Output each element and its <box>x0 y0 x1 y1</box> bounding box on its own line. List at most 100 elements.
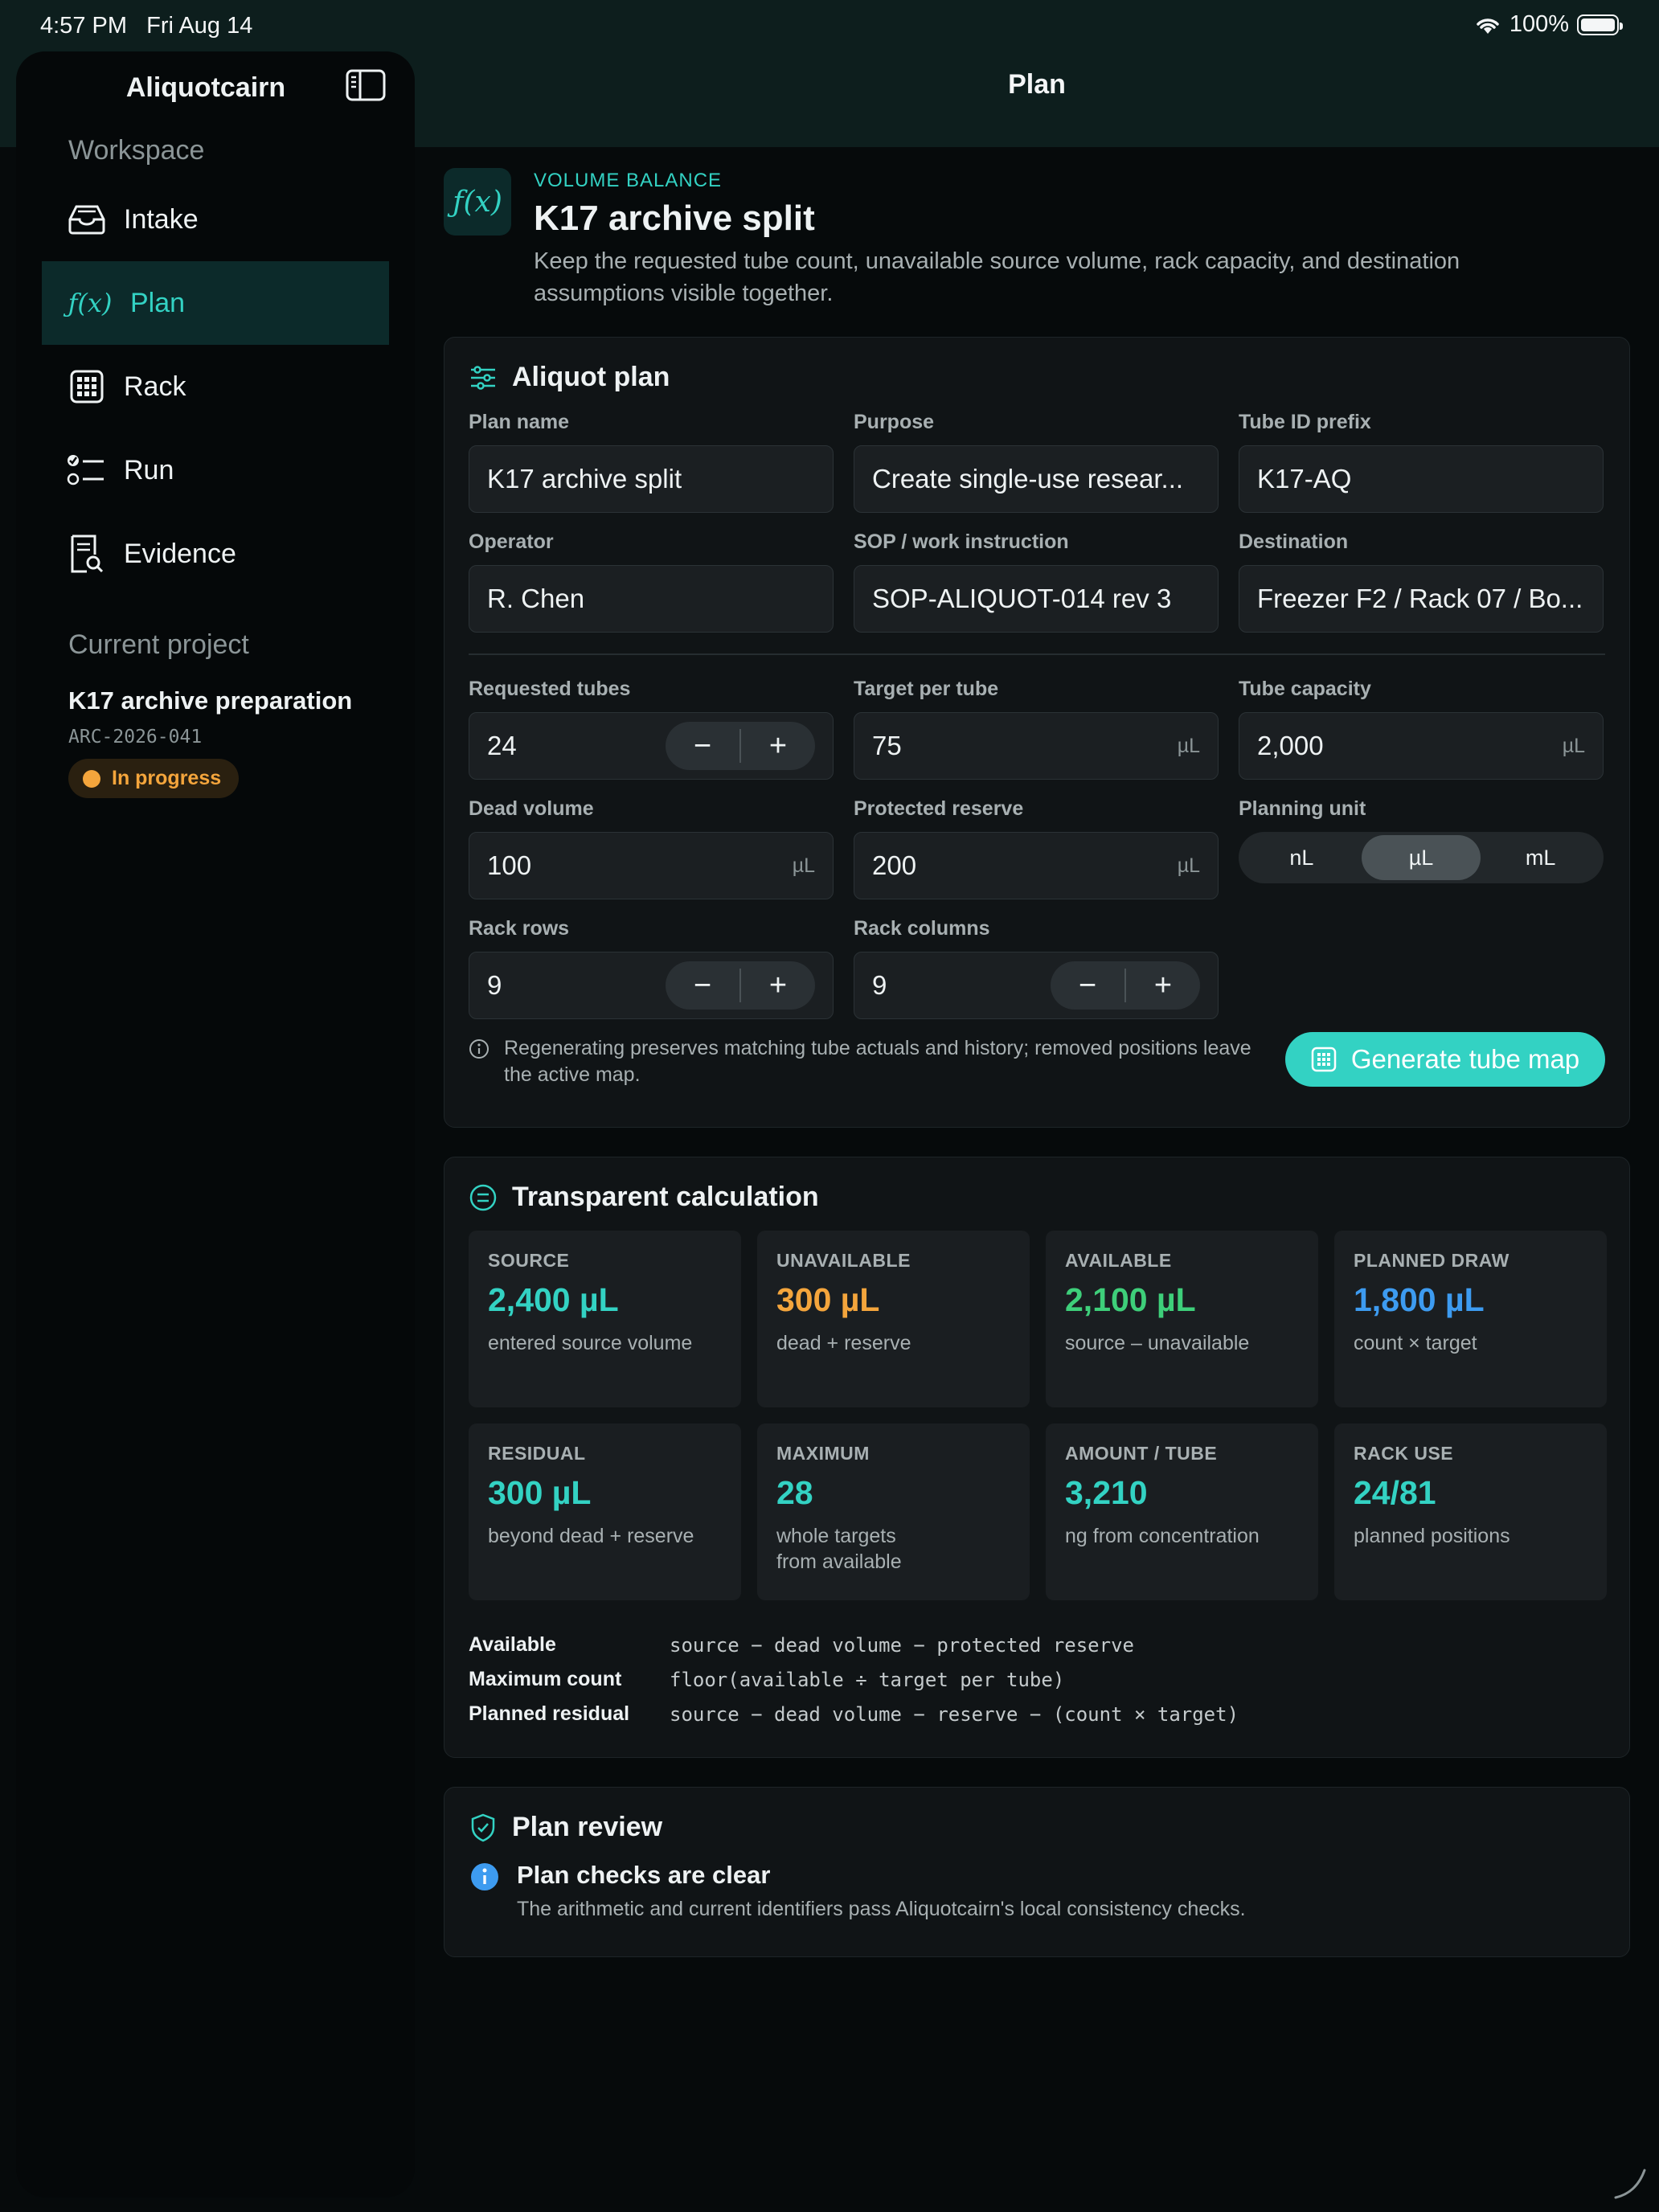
checklist-icon <box>66 449 108 491</box>
info-circle-icon <box>471 1863 498 1890</box>
sidebar-item-plan[interactable]: ƒ(x) Plan <box>42 261 389 345</box>
current-project-label: Current project <box>68 629 249 660</box>
metric-caption: beyond dead + reserve <box>488 1525 694 1547</box>
decrement-button[interactable]: − <box>666 722 739 770</box>
project-code: ARC-2026-041 <box>68 727 203 748</box>
operator-input[interactable]: R. Chen <box>469 565 834 633</box>
metric-value: 28 <box>776 1474 813 1511</box>
metric-value: 300 µL <box>488 1474 592 1511</box>
metrics-grid: SOURCE 2,400 µL entered source volume UNAVA… <box>469 1231 1607 1600</box>
sidebar-item-label: Plan <box>130 287 186 318</box>
metric-card: SOURCE 2,400 µL entered source volume <box>469 1231 741 1407</box>
formula-expression: floor(available ÷ target per tube) <box>670 1668 1065 1691</box>
purpose-field: Purpose Create single-use resear... <box>854 411 1219 513</box>
status-dot-icon <box>83 769 100 788</box>
increment-button[interactable]: + <box>741 961 815 1010</box>
rack-rows-input[interactable]: 9 − + <box>469 952 834 1019</box>
metric-caption: count × target <box>1354 1332 1477 1354</box>
metric-label: RACK USE <box>1354 1443 1454 1464</box>
sidebar-item-rack[interactable]: Rack <box>42 345 389 428</box>
rack-columns-stepper: − + <box>1051 961 1200 1010</box>
sidebar-toggle-icon[interactable] <box>346 69 386 101</box>
shield-check-icon <box>469 1813 498 1842</box>
operator-field: Operator R. Chen <box>469 530 834 633</box>
metric-caption: dead + reserve <box>776 1332 911 1354</box>
metric-value: 2,400 µL <box>488 1281 619 1318</box>
unit-label: µL <box>792 854 815 877</box>
increment-button[interactable]: + <box>1126 961 1200 1010</box>
grid-icon <box>66 366 108 408</box>
status-time: 4:57 PM Fri Aug 14 <box>40 13 253 39</box>
generate-tube-map-button[interactable]: Generate tube map <box>1285 1032 1605 1087</box>
battery-icon <box>1577 14 1623 35</box>
sop-field: SOP / work instruction SOP-ALIQUOT-014 r… <box>854 530 1219 633</box>
decrement-button[interactable]: − <box>666 961 739 1010</box>
tube-capacity-input[interactable]: 2,000 µL <box>1239 712 1604 780</box>
main-content: ƒ(x) VOLUME BALANCE K17 archive split Ke… <box>444 147 1630 1986</box>
metric-value: 24/81 <box>1354 1474 1436 1511</box>
formula-row: Available source − dead volume − protecte… <box>469 1628 1605 1662</box>
tube-prefix-field: Tube ID prefix K17-AQ <box>1239 411 1604 513</box>
review-item: Plan checks are clear The arithmetic and… <box>469 1861 1605 1921</box>
planning-unit-segmented: nL µL mL <box>1239 832 1604 883</box>
metric-label: PLANNED DRAW <box>1354 1250 1509 1271</box>
metric-label: AMOUNT / TUBE <box>1065 1443 1218 1464</box>
sidebar-item-evidence[interactable]: Evidence <box>42 512 389 596</box>
review-item-description: The arithmetic and current identifiers p… <box>517 1898 1246 1920</box>
rack-rows-stepper: − + <box>666 961 815 1010</box>
target-per-tube-input[interactable]: 75 µL <box>854 712 1219 780</box>
dead-volume-input[interactable]: 100 µL <box>469 832 834 899</box>
metric-card: AVAILABLE 2,100 µL source – unavailable <box>1046 1231 1318 1407</box>
plan-name-field: Plan name K17 archive split <box>469 411 834 513</box>
formula-name: Planned residual <box>469 1702 630 1725</box>
unit-option-ml[interactable]: mL <box>1481 835 1600 880</box>
purpose-input[interactable]: Create single-use resear... <box>854 445 1219 513</box>
formula-row: Planned residual source − dead volume − r… <box>469 1697 1605 1731</box>
increment-button[interactable]: + <box>741 722 815 770</box>
tray-icon <box>66 199 108 240</box>
metric-value: 300 µL <box>776 1281 880 1318</box>
metric-label: SOURCE <box>488 1250 570 1271</box>
unit-label: µL <box>1562 734 1585 757</box>
scroll-indicator-icon <box>1614 2169 1646 2199</box>
protected-reserve-input[interactable]: 200 µL <box>854 832 1219 899</box>
metric-label: MAXIMUM <box>776 1443 870 1464</box>
sop-input[interactable]: SOP-ALIQUOT-014 rev 3 <box>854 565 1219 633</box>
metric-caption: ng from concentration <box>1065 1525 1260 1547</box>
formula-expression: source − dead volume − protected reserve <box>670 1633 1134 1657</box>
unit-option-nl[interactable]: nL <box>1242 835 1362 880</box>
unit-label: µL <box>1177 854 1200 877</box>
regenerate-note: Regenerating preserves matching tube act… <box>469 1035 1280 1088</box>
decrement-button[interactable]: − <box>1051 961 1124 1010</box>
battery-percent: 100% <box>1509 11 1569 37</box>
divider <box>469 653 1605 655</box>
sidebar-item-run[interactable]: Run <box>42 428 389 512</box>
rack-columns-field: Rack columns 9 − + <box>854 917 1219 1019</box>
plan-hero: ƒ(x) VOLUME BALANCE K17 archive split Ke… <box>444 147 1630 337</box>
wifi-icon <box>1477 18 1499 34</box>
plan-footer: Regenerating preserves matching tube act… <box>469 1032 1605 1096</box>
sidebar-item-label: Evidence <box>124 538 236 569</box>
plan-review-title: Plan review <box>469 1812 1605 1843</box>
aliquot-plan-card: Aliquot plan Plan name K17 archive split… <box>444 337 1630 1128</box>
tube-prefix-input[interactable]: K17-AQ <box>1239 445 1604 513</box>
metric-card: AMOUNT / TUBE 3,210 ng from concentration <box>1046 1423 1318 1600</box>
metric-caption: planned positions <box>1354 1525 1510 1547</box>
plan-name-input[interactable]: K17 archive split <box>469 445 834 513</box>
sliders-icon <box>469 363 498 392</box>
metric-card: PLANNED DRAW 1,800 µL count × target <box>1334 1231 1607 1407</box>
page-title: Plan <box>1008 69 1066 100</box>
sidebar-item-label: Run <box>124 454 174 485</box>
review-item-title: Plan checks are clear <box>517 1861 771 1889</box>
rack-columns-input[interactable]: 9 − + <box>854 952 1219 1019</box>
aliquot-plan-title: Aliquot plan <box>469 362 1605 393</box>
destination-input[interactable]: Freezer F2 / Rack 07 / Bo... <box>1239 565 1604 633</box>
requested-tubes-input[interactable]: 24 − + <box>469 712 834 780</box>
sidebar-item-intake[interactable]: Intake <box>42 178 389 261</box>
requested-tubes-field: Requested tubes 24 − + <box>469 678 834 780</box>
sidebar-item-label: Rack <box>124 371 186 402</box>
function-icon: ƒ(x) <box>444 168 511 236</box>
unit-option-ul[interactable]: µL <box>1361 835 1481 880</box>
project-name[interactable]: K17 archive preparation <box>16 686 415 715</box>
sidebar: Aliquotcairn Workspace Intake ƒ(x) Plan … <box>16 51 415 2198</box>
